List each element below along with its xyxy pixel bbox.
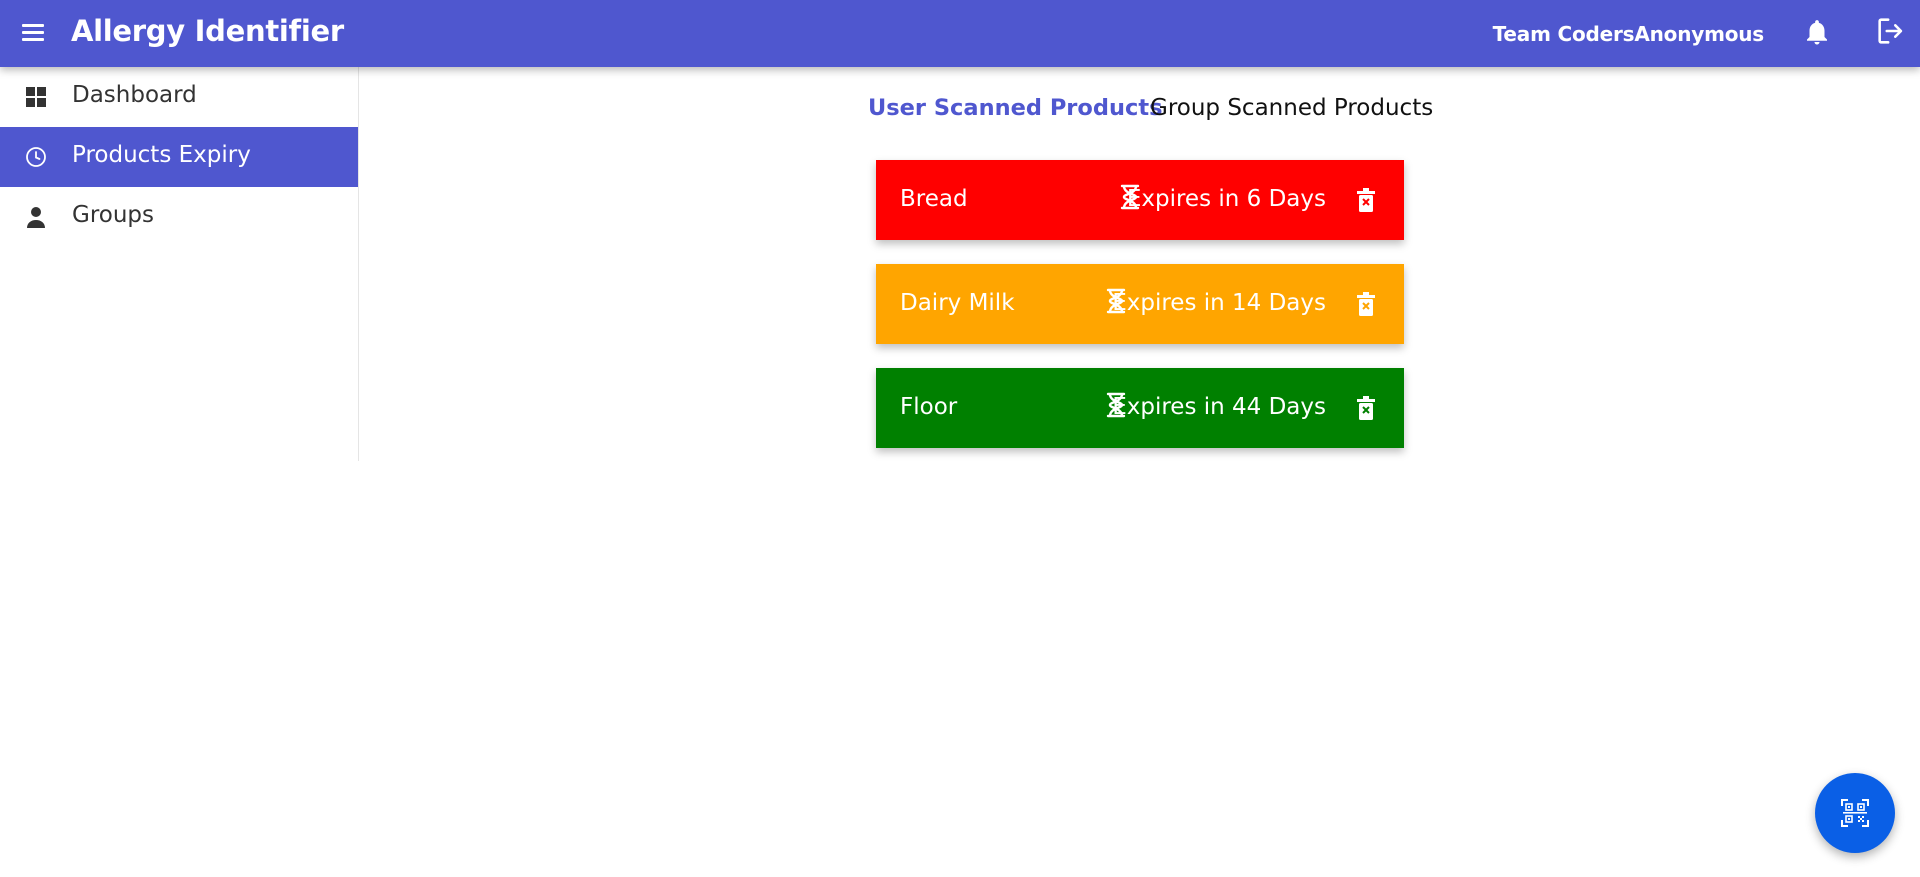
qr-scan-icon xyxy=(1841,799,1869,827)
delete-icon[interactable] xyxy=(1356,292,1376,316)
tab-group-scanned-products[interactable]: Group Scanned Products xyxy=(1150,95,1433,121)
logout-icon[interactable] xyxy=(1874,14,1908,48)
sidebar-item-label: Groups xyxy=(72,202,155,228)
sidebar-item-products-expiry[interactable]: Products Expiry xyxy=(0,127,358,187)
product-name: Dairy Milk xyxy=(900,290,1015,316)
sidebar-item-dashboard[interactable]: Dashboard xyxy=(0,67,358,127)
expiry-text: Expires in 14 Days xyxy=(1112,290,1326,316)
sidebar-item-groups[interactable]: Groups xyxy=(0,187,358,247)
expiry-text: Expires in 44 Days xyxy=(1112,394,1326,420)
app-title: Allergy Identifier xyxy=(71,14,344,48)
product-name: Floor xyxy=(900,394,958,420)
tab-user-scanned-products[interactable]: User Scanned Products xyxy=(868,95,1162,121)
product-card-dairy-milk: Dairy Milk Expires in 14 Days xyxy=(876,264,1404,344)
scan-fab-button[interactable] xyxy=(1815,773,1895,853)
clock-icon xyxy=(26,147,46,167)
person-icon xyxy=(27,207,45,228)
product-card-bread: Bread Expires in 6 Days xyxy=(876,160,1404,240)
expiry-text: Expires in 6 Days xyxy=(1126,186,1326,212)
sidebar-item-label: Dashboard xyxy=(72,82,197,108)
dashboard-icon xyxy=(26,87,46,107)
sidebar: Dashboard Products Expiry Groups xyxy=(0,67,359,461)
product-card-floor: Floor Expires in 44 Days xyxy=(876,368,1404,448)
delete-icon[interactable] xyxy=(1356,188,1376,212)
sidebar-item-label: Products Expiry xyxy=(72,142,251,168)
top-app-bar: Allergy Identifier Team CodersAnonymous xyxy=(0,0,1920,67)
team-name: Team CodersAnonymous xyxy=(1492,22,1765,46)
product-name: Bread xyxy=(900,186,968,212)
delete-icon[interactable] xyxy=(1356,396,1376,420)
bell-icon[interactable] xyxy=(1802,15,1832,49)
menu-icon[interactable] xyxy=(20,21,48,45)
